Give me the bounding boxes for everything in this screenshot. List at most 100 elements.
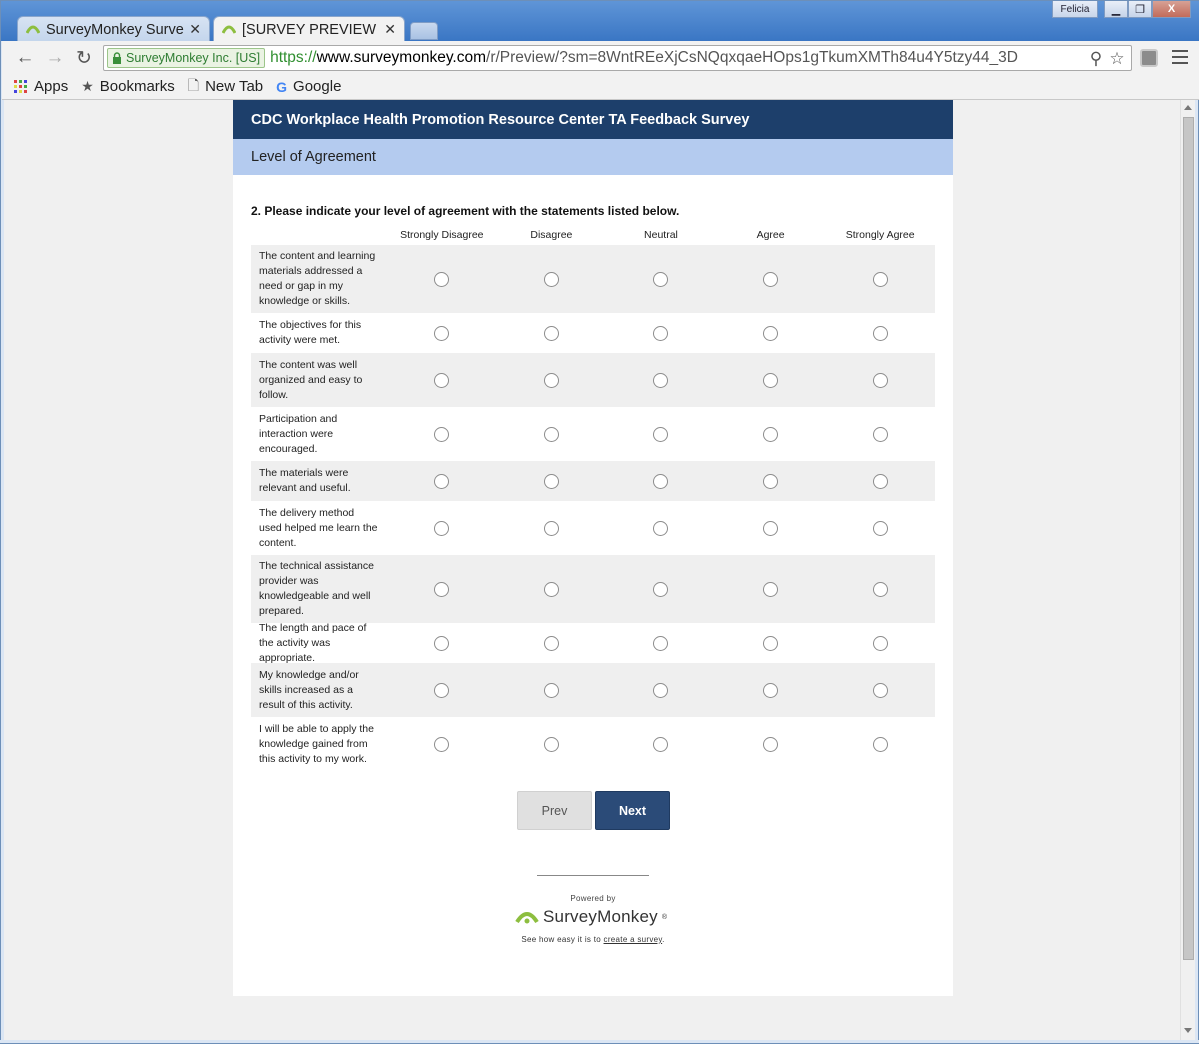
scrollbar-thumb[interactable] [1183, 117, 1194, 960]
radio-option[interactable] [653, 325, 669, 341]
next-button[interactable]: Next [595, 791, 670, 830]
question-text: 2. Please indicate your level of agreeme… [251, 204, 680, 218]
row-statement: My knowledge and/or skills increased as … [259, 668, 359, 711]
tab-survey-preview[interactable]: [SURVEY PREVIEW M ✕ [213, 16, 405, 42]
prev-button[interactable]: Prev [517, 791, 592, 830]
vertical-scrollbar[interactable] [1180, 100, 1195, 1040]
radio-option[interactable] [763, 271, 779, 287]
bookmark-star-icon[interactable]: ☆ [1108, 49, 1126, 68]
reload-icon[interactable]: ↻ [73, 47, 95, 69]
radio-option[interactable] [653, 520, 669, 536]
radio-option[interactable] [434, 736, 450, 752]
new-tab-button[interactable] [410, 22, 438, 40]
radio-option[interactable] [434, 581, 450, 597]
browser-window: SurveyMonkey Surve ✕ [SURVEY PREVIEW M ✕… [0, 0, 1199, 100]
radio-cell [606, 736, 716, 752]
radio-option[interactable] [543, 473, 559, 489]
forward-arrow-icon[interactable]: → [44, 47, 66, 69]
radio-option[interactable] [763, 635, 779, 651]
radio-option[interactable] [872, 325, 888, 341]
maximize-icon[interactable]: ❐ [1128, 1, 1152, 18]
radio-option[interactable] [543, 581, 559, 597]
radio-option[interactable] [763, 325, 779, 341]
radio-option[interactable] [872, 426, 888, 442]
footer-tagline: See how easy it is to create a survey. [233, 935, 953, 944]
radio-option[interactable] [434, 325, 450, 341]
radio-option[interactable] [872, 682, 888, 698]
radio-option[interactable] [543, 520, 559, 536]
radio-option[interactable] [763, 372, 779, 388]
radio-option[interactable] [434, 682, 450, 698]
radio-option[interactable] [653, 473, 669, 489]
radio-option[interactable] [543, 372, 559, 388]
bookmark-bookmarks[interactable]: ★ Bookmarks [81, 78, 175, 95]
bookmark-new-tab[interactable]: 🗋 New Tab [188, 75, 263, 99]
radio-cell [716, 473, 826, 489]
radio-cell [497, 520, 607, 536]
radio-option[interactable] [872, 520, 888, 536]
radio-option[interactable] [434, 473, 450, 489]
radio-option[interactable] [434, 635, 450, 651]
radio-option[interactable] [653, 271, 669, 287]
radio-option[interactable] [872, 271, 888, 287]
radio-option[interactable] [872, 581, 888, 597]
radio-option[interactable] [763, 473, 779, 489]
radio-cell [497, 581, 607, 597]
radio-option[interactable] [543, 736, 559, 752]
back-arrow-icon[interactable]: ← [14, 47, 36, 69]
scroll-up-icon[interactable] [1184, 105, 1192, 110]
registered-mark: ® [661, 913, 668, 921]
radio-option[interactable] [543, 325, 559, 341]
surveymonkey-logo-icon [515, 912, 539, 924]
radio-option[interactable] [543, 271, 559, 287]
radio-option[interactable] [763, 426, 779, 442]
scroll-down-icon[interactable] [1184, 1028, 1192, 1033]
table-row: I will be able to apply the knowledge ga… [251, 717, 935, 771]
ev-certificate-badge[interactable]: SurveyMonkey Inc. [US] [107, 48, 266, 68]
create-survey-link[interactable]: create a survey [604, 935, 663, 944]
tagline-text: See how easy it is to [521, 935, 604, 944]
profile-user-badge[interactable]: Felicia [1052, 1, 1098, 18]
tab-surveymonkey[interactable]: SurveyMonkey Surve ✕ [17, 16, 210, 42]
radio-option[interactable] [543, 635, 559, 651]
close-icon[interactable]: ✕ [380, 21, 396, 38]
chrome-menu-icon[interactable] [1172, 49, 1188, 65]
address-bar[interactable]: SurveyMonkey Inc. [US] https://www.surve… [103, 45, 1132, 71]
radio-option[interactable] [872, 736, 888, 752]
survey-title: CDC Workplace Health Promotion Resource … [233, 100, 953, 139]
radio-option[interactable] [872, 635, 888, 651]
radio-option[interactable] [434, 271, 450, 287]
radio-option[interactable] [653, 372, 669, 388]
brand-name: SurveyMonkey [543, 907, 658, 926]
radio-option[interactable] [872, 372, 888, 388]
star-icon: ★ [81, 78, 94, 94]
page-title: Level of Agreement [233, 139, 953, 175]
bookmark-apps[interactable]: Apps [14, 78, 68, 95]
table-row: The content and learning materials addre… [251, 245, 935, 313]
row-statement: The materials were relevant and useful. [259, 467, 351, 494]
radio-option[interactable] [653, 736, 669, 752]
radio-option[interactable] [543, 682, 559, 698]
radio-option[interactable] [763, 736, 779, 752]
radio-cell [387, 682, 497, 698]
radio-option[interactable] [653, 682, 669, 698]
zoom-magnifier-icon[interactable]: ⚲ [1087, 49, 1105, 68]
radio-option[interactable] [653, 426, 669, 442]
radio-option[interactable] [434, 520, 450, 536]
close-icon[interactable]: ✕ [185, 21, 201, 38]
radio-option[interactable] [653, 635, 669, 651]
radio-option[interactable] [763, 682, 779, 698]
radio-option[interactable] [434, 426, 450, 442]
radio-option[interactable] [872, 473, 888, 489]
radio-option[interactable] [543, 426, 559, 442]
close-window-icon[interactable]: X [1152, 1, 1191, 18]
radio-option[interactable] [763, 581, 779, 597]
minimize-icon[interactable]: ▁ [1104, 1, 1128, 18]
radio-option[interactable] [653, 581, 669, 597]
surveymonkey-logo[interactable]: SurveyMonkey ® [515, 906, 667, 928]
bookmark-google[interactable]: G Google [276, 78, 341, 95]
radio-option[interactable] [763, 520, 779, 536]
radio-cell [825, 581, 935, 597]
radio-option[interactable] [434, 372, 450, 388]
extension-icon[interactable] [1140, 49, 1158, 67]
